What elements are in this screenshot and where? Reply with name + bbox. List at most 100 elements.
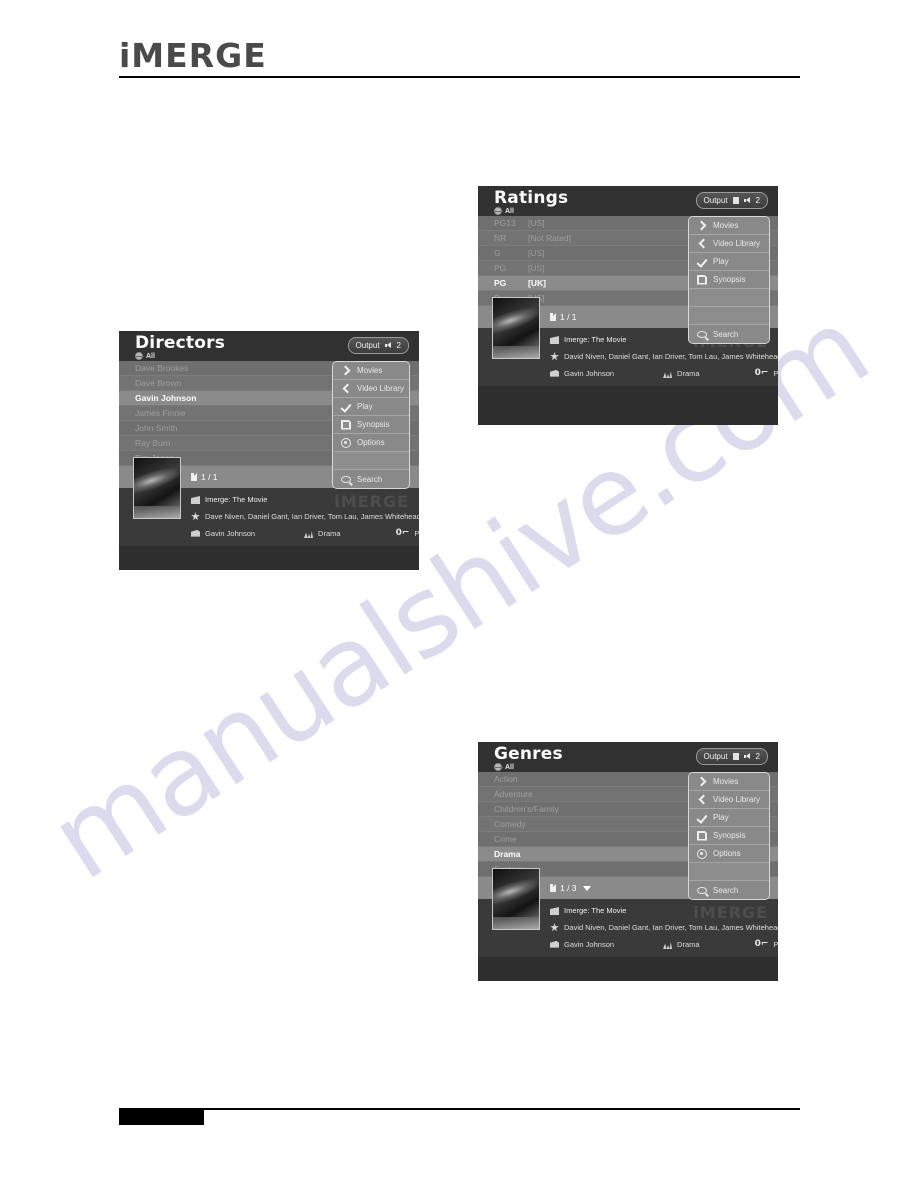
- list-item-value: [UK]: [528, 278, 546, 288]
- action-menu: Movies Video Library Play Synopsis Options Se…: [688, 772, 770, 900]
- movie-genre: Drama: [677, 940, 700, 949]
- clapperboard-icon: [191, 496, 200, 504]
- page-icon: [550, 884, 556, 892]
- menu-item-search[interactable]: Search: [689, 881, 769, 899]
- list-item-label: PG: [494, 263, 507, 273]
- scope-indicator: All: [494, 763, 514, 771]
- chevron-left-icon: [341, 384, 351, 394]
- speaker-icon: [743, 197, 751, 204]
- search-icon: [697, 887, 707, 894]
- menu-item-label: Search: [357, 474, 383, 484]
- menu-item-label: Movies: [357, 366, 383, 375]
- menu-item-empty: [689, 289, 769, 307]
- osd-screen-genres: Genres All Output 2 Action Adventure Children'…: [478, 742, 778, 981]
- menu-item-video-library[interactable]: Video Library: [689, 235, 769, 253]
- header-divider: [119, 76, 800, 78]
- movie-meta-row: Gavin Johnson Drama 0⌐ PG: [191, 529, 419, 538]
- globe-icon: [135, 352, 144, 360]
- movie-cast-row: David Niven, Daniel Gant, Ian Driver, To…: [550, 352, 778, 361]
- movie-meta-row: Gavin Johnson Drama 0⌐ PG: [550, 369, 778, 378]
- menu-item-label: Options: [357, 438, 385, 447]
- movie-cast-row: David Niven, Daniel Gant, Ian Driver, To…: [550, 923, 778, 932]
- imerge-watermark-logo: iMERGE: [334, 492, 409, 511]
- genre-icon: [663, 942, 673, 949]
- movie-rating: PG: [414, 529, 419, 538]
- movie-director: Gavin Johnson: [205, 529, 256, 538]
- movie-title: Imerge: The Movie: [564, 906, 627, 915]
- action-menu: Movies Video Library Play Synopsis Search: [688, 216, 770, 344]
- movie-cast-row: Dave Niven, Daniel Gant, Ian Driver, Tom…: [191, 512, 419, 521]
- menu-item-play[interactable]: Play: [689, 253, 769, 271]
- movie-thumbnail: [133, 457, 181, 519]
- chevron-left-icon: [697, 239, 707, 249]
- output-button[interactable]: Output 2: [695, 192, 768, 209]
- menu-item-options[interactable]: Options: [333, 434, 409, 452]
- list-item-value: [US]: [528, 218, 545, 228]
- options-icon: [341, 437, 351, 448]
- movie-genre: Drama: [677, 369, 700, 378]
- menu-item-movies[interactable]: Movies: [333, 362, 409, 380]
- globe-icon: [494, 207, 503, 215]
- menu-item-video-library[interactable]: Video Library: [333, 380, 409, 398]
- movie-rating: PG: [773, 369, 778, 378]
- star-icon: [191, 512, 200, 521]
- globe-icon: [494, 763, 503, 771]
- menu-item-play[interactable]: Play: [689, 809, 769, 827]
- output-count: 2: [755, 196, 760, 205]
- chevron-right-icon: [341, 366, 351, 376]
- list-item-label: Gavin Johnson: [135, 393, 197, 403]
- menu-item-label: Video Library: [357, 384, 404, 393]
- menu-item-options[interactable]: Options: [689, 845, 769, 863]
- speaker-icon: [384, 342, 392, 349]
- list-item-label: Comedy: [494, 819, 526, 829]
- menu-item-label: Movies: [713, 777, 739, 786]
- page-indicator-label: 1 / 1: [201, 472, 218, 482]
- movie-title: Imerge: The Movie: [564, 335, 627, 344]
- movie-director: Gavin Johnson: [564, 369, 615, 378]
- menu-item-search[interactable]: Search: [333, 470, 409, 488]
- output-count: 2: [396, 341, 401, 350]
- menu-item-synopsis[interactable]: Synopsis: [689, 827, 769, 845]
- osd-screen-directors: Directors All Output 2 Dave Brookes Dave Brow…: [119, 331, 419, 570]
- movie-cast: David Niven, Daniel Gant, Ian Driver, To…: [564, 923, 778, 932]
- director-icon: [550, 369, 559, 377]
- screen-title: Genres: [494, 744, 563, 764]
- movie-genre: Drama: [318, 529, 341, 538]
- movie-meta-row: Gavin Johnson Drama 0⌐ PG: [550, 940, 778, 949]
- document-icon: [697, 274, 707, 285]
- menu-item-synopsis[interactable]: Synopsis: [689, 271, 769, 289]
- menu-item-label: Synopsis: [713, 275, 746, 284]
- list-item-value: [US]: [528, 263, 545, 273]
- output-button[interactable]: Output 2: [695, 748, 768, 765]
- menu-item-empty: [333, 452, 409, 470]
- menu-item-synopsis[interactable]: Synopsis: [333, 416, 409, 434]
- certificate-icon: 0⌐: [395, 528, 410, 538]
- menu-item-movies[interactable]: Movies: [689, 217, 769, 235]
- display-icon: [732, 753, 739, 760]
- movie-title-row: Imerge: The Movie: [550, 906, 626, 915]
- movie-title-row: Imerge: The Movie: [191, 495, 267, 504]
- list-item-label: Dave Brown: [135, 378, 182, 388]
- menu-item-label: Movies: [713, 221, 739, 230]
- menu-item-label: Synopsis: [357, 420, 390, 429]
- list-item-value: [Not Rated]: [528, 233, 571, 243]
- menu-item-label: Play: [357, 402, 373, 411]
- page-icon: [191, 473, 197, 481]
- list-item-label: John Smith: [135, 423, 178, 433]
- list-item-label: PG: [494, 278, 507, 288]
- output-button[interactable]: Output 2: [347, 337, 409, 354]
- screen-title: Ratings: [494, 188, 569, 208]
- movie-cast: David Niven, Daniel Gant, Ian Driver, To…: [564, 352, 778, 361]
- chevron-left-icon: [697, 795, 707, 805]
- menu-item-play[interactable]: Play: [333, 398, 409, 416]
- scope-label: All: [146, 352, 155, 360]
- chevron-down-icon[interactable]: [582, 885, 591, 891]
- menu-item-search[interactable]: Search: [689, 325, 769, 343]
- menu-item-movies[interactable]: Movies: [689, 773, 769, 791]
- chevron-right-icon: [697, 777, 707, 787]
- menu-item-video-library[interactable]: Video Library: [689, 791, 769, 809]
- scope-label: All: [505, 763, 514, 771]
- document-icon: [341, 419, 351, 430]
- menu-item-empty: [689, 307, 769, 325]
- footer-divider: [119, 1108, 800, 1110]
